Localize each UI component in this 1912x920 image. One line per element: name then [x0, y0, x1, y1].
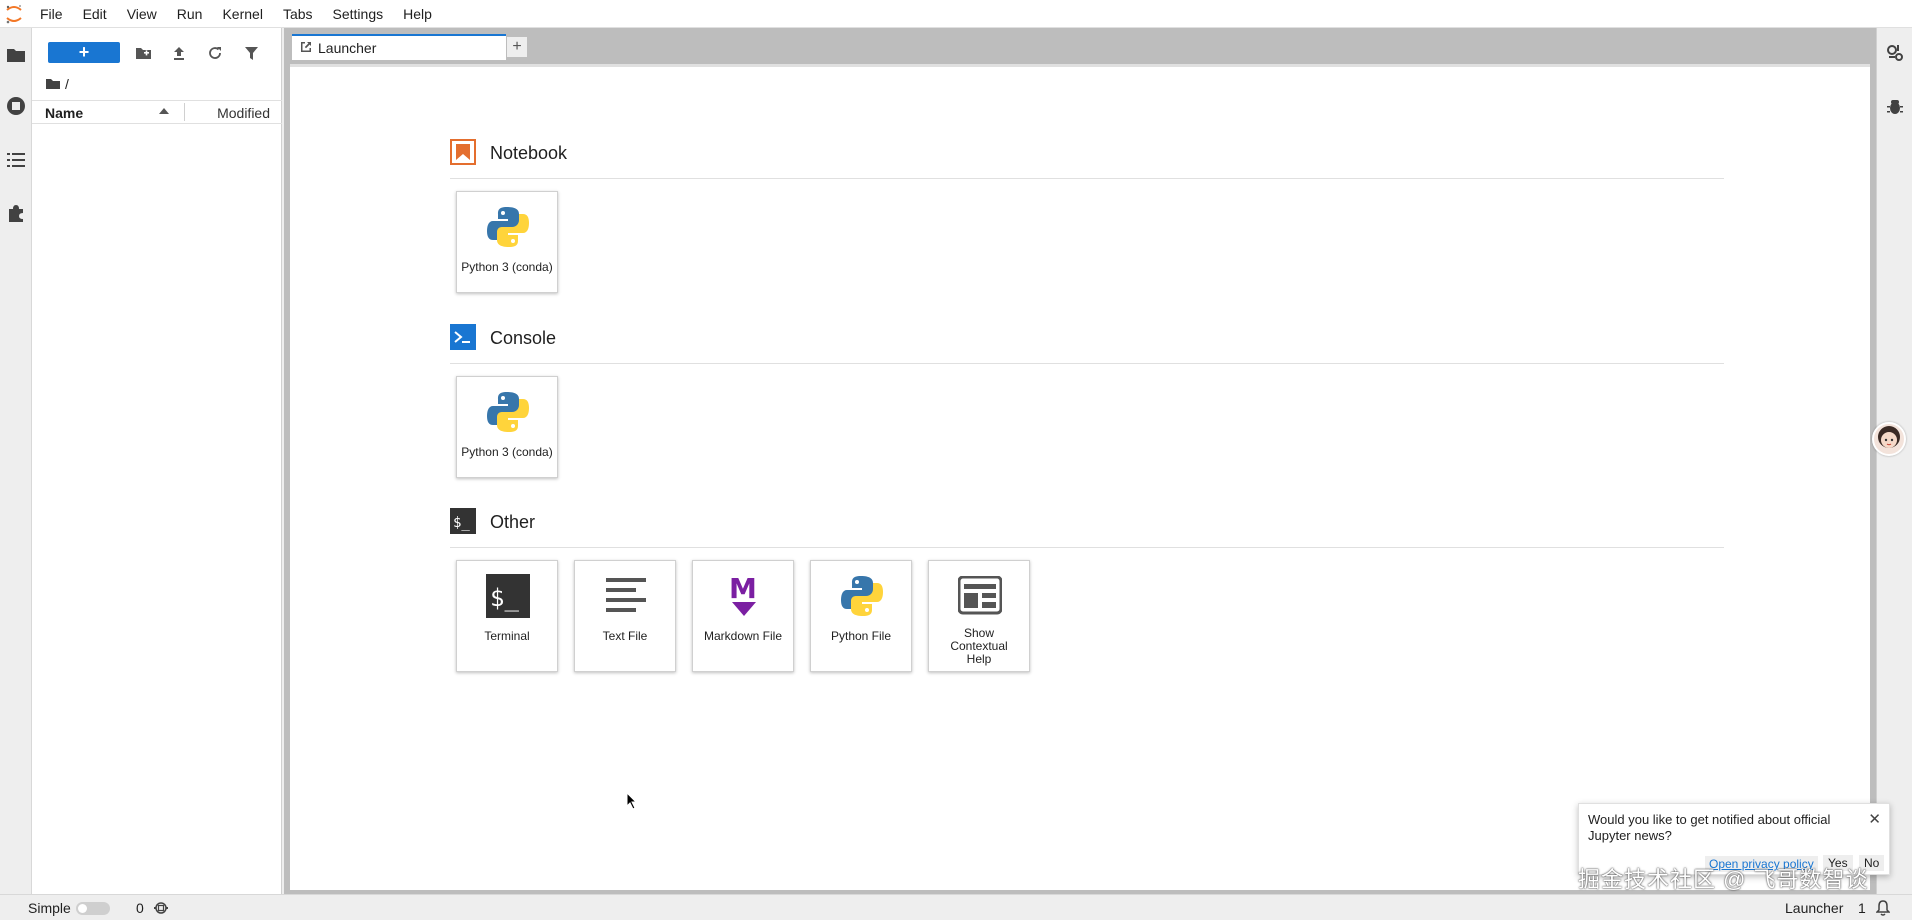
new-launcher-button[interactable]: + — [48, 42, 120, 63]
card-label: Python 3 (conda) — [461, 260, 553, 274]
notebook-section-header: Notebook — [450, 139, 1724, 179]
notification-count[interactable]: 1 — [1858, 900, 1866, 916]
left-sidebar — [0, 28, 32, 894]
svg-text:M: M — [729, 572, 757, 605]
file-browser-toolbar: + — [32, 38, 282, 63]
running-icon[interactable] — [6, 96, 26, 116]
launcher-tab-icon — [300, 40, 312, 56]
card-label: Show Contextual Help — [950, 626, 1008, 666]
card-label: Terminal — [484, 629, 530, 643]
file-browser: + / Name Modified — [32, 28, 282, 894]
contextual-help-icon — [955, 571, 1005, 621]
refresh-icon[interactable] — [206, 44, 224, 62]
console-section-icon — [450, 324, 476, 350]
terminal-card[interactable]: $_ Terminal — [456, 560, 558, 672]
sort-ascending-icon — [159, 108, 169, 114]
kernel-count[interactable]: 0 — [136, 900, 144, 916]
bell-icon[interactable] — [1875, 900, 1891, 919]
python-logo-icon — [837, 571, 887, 621]
other-section-header: $_ Other — [450, 508, 1724, 548]
folder-icon[interactable] — [6, 44, 26, 64]
close-icon[interactable]: ✕ — [1868, 810, 1881, 828]
markdown-file-card[interactable]: M Markdown File — [692, 560, 794, 672]
column-modified[interactable]: Modified — [217, 105, 270, 121]
breadcrumb: / — [46, 74, 69, 94]
main-dock-area: Launcher + Notebook Python 3 (conda) Con… — [284, 28, 1876, 894]
svg-text:$_: $_ — [453, 515, 470, 531]
extension-icon[interactable] — [6, 203, 26, 223]
notebook-python3-card[interactable]: Python 3 (conda) — [456, 191, 558, 293]
markdown-icon: M — [719, 571, 769, 621]
other-section-icon: $_ — [450, 508, 476, 534]
menu-view[interactable]: View — [117, 0, 167, 28]
kernel-status-icon[interactable] — [154, 901, 168, 918]
assistant-avatar[interactable] — [1872, 422, 1906, 456]
menu-edit[interactable]: Edit — [73, 0, 117, 28]
console-section-header: Console — [450, 324, 1724, 364]
menu-help[interactable]: Help — [393, 0, 442, 28]
new-folder-icon[interactable] — [134, 44, 152, 62]
file-list-header: Name Modified — [32, 100, 282, 124]
active-tab-label: Launcher — [1785, 900, 1844, 916]
notification-message: Would you like to get notified about off… — [1588, 812, 1831, 843]
tab-bar: Launcher + — [284, 28, 1876, 60]
svg-text:$_: $_ — [490, 584, 519, 612]
card-label: Python File — [830, 629, 892, 643]
simple-mode-toggle[interactable] — [76, 902, 110, 915]
menu-tabs[interactable]: Tabs — [273, 0, 323, 28]
text-file-card[interactable]: Text File — [574, 560, 676, 672]
card-label: Markdown File — [703, 629, 783, 643]
breadcrumb-root[interactable]: / — [65, 76, 69, 92]
python-logo-icon — [483, 387, 533, 437]
watermark-text: 掘金技术社区 @ 飞哥数智谈 — [1578, 867, 1869, 892]
debugger-bug-icon[interactable] — [1886, 98, 1904, 116]
breadcrumb-folder-icon[interactable] — [46, 76, 60, 92]
terminal-icon: $_ — [483, 571, 533, 621]
toc-icon[interactable] — [6, 150, 26, 170]
notebook-section-icon — [450, 139, 476, 165]
menu-run[interactable]: Run — [167, 0, 213, 28]
python-file-card[interactable]: Python File — [810, 560, 912, 672]
menu-file[interactable]: File — [30, 0, 73, 28]
mouse-cursor-icon — [626, 791, 638, 813]
simple-mode-label: Simple — [28, 900, 71, 916]
card-label: Python 3 (conda) — [461, 445, 553, 459]
notebook-section-title: Notebook — [490, 143, 568, 163]
upload-icon[interactable] — [170, 44, 188, 62]
right-sidebar — [1876, 28, 1912, 894]
menu-settings[interactable]: Settings — [323, 0, 394, 28]
card-label: Text File — [602, 629, 648, 643]
add-tab-button[interactable]: + — [506, 36, 528, 58]
filter-icon[interactable] — [242, 44, 260, 62]
tab-launcher[interactable]: Launcher — [292, 34, 506, 60]
other-section-title: Other — [490, 512, 536, 532]
console-section-title: Console — [490, 328, 557, 348]
python-logo-icon — [483, 202, 533, 252]
menu-bar: File Edit View Run Kernel Tabs Settings … — [0, 0, 1912, 28]
console-python3-card[interactable]: Python 3 (conda) — [456, 376, 558, 478]
status-bar: Simple 0 Launcher 1 — [0, 894, 1912, 920]
contextual-help-card[interactable]: Show Contextual Help — [928, 560, 1030, 672]
column-name[interactable]: Name — [45, 105, 83, 121]
jupyter-logo-icon — [0, 0, 30, 28]
property-inspector-icon[interactable] — [1886, 44, 1904, 62]
text-file-icon — [601, 571, 651, 621]
menu-kernel[interactable]: Kernel — [212, 0, 272, 28]
tab-label: Launcher — [318, 40, 377, 56]
launcher-panel: Notebook Python 3 (conda) Console Python… — [290, 64, 1870, 890]
column-divider[interactable] — [184, 103, 185, 121]
